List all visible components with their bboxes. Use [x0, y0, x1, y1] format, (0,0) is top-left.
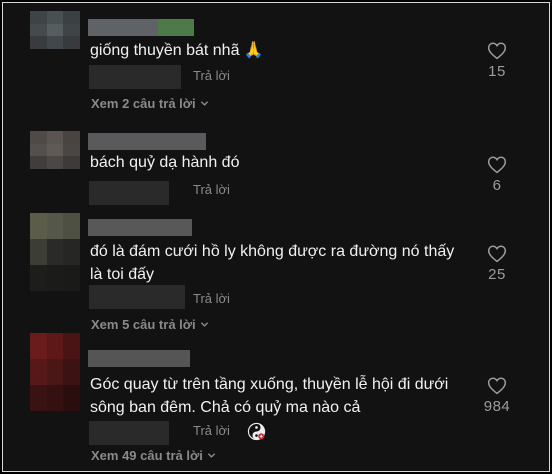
username[interactable]: [88, 133, 206, 150]
avatar[interactable]: [30, 213, 80, 291]
view-replies-button[interactable]: Xem 2 câu trả lời: [91, 96, 209, 111]
like-count: 25: [488, 266, 506, 283]
like-count: 6: [492, 177, 502, 194]
heart-outline-icon: [487, 377, 507, 395]
comment-text: đó là đám cưới hồ ly không được ra đường…: [90, 240, 454, 286]
view-replies-label: Xem 5 câu trả lời: [91, 317, 196, 332]
like-button[interactable]: 15: [473, 41, 521, 80]
like-button[interactable]: 25: [473, 244, 521, 283]
view-replies-label: Xem 2 câu trả lời: [91, 96, 196, 111]
heart-outline-icon: [487, 245, 507, 263]
avatar[interactable]: [30, 131, 80, 169]
view-replies-label: Xem 49 câu trả lời: [91, 448, 203, 463]
username[interactable]: [88, 19, 194, 36]
reply-button[interactable]: Trả lời: [193, 423, 230, 438]
comment-text-line: đó là đám cưới hồ ly không được ra đường…: [90, 243, 455, 260]
like-button[interactable]: 984: [473, 376, 521, 415]
like-count: 15: [488, 63, 506, 80]
avatar[interactable]: [30, 11, 80, 49]
comment-text-line: sông ban đêm. Chả có quỷ ma nào cả: [90, 399, 361, 416]
chevron-down-icon: [200, 101, 208, 106]
comment-text: giống thuyền bát nhã 🙏: [90, 39, 264, 62]
reply-button[interactable]: Trả lời: [193, 291, 230, 306]
heart-outline-icon: [487, 156, 507, 174]
timestamp: [89, 65, 181, 89]
comment-text-line: là toi đấy: [90, 266, 155, 283]
reply-button[interactable]: Trả lời: [193, 68, 230, 83]
comment-text-line: Góc quay từ trên tầng xuống, thuyền lễ h…: [90, 376, 449, 393]
timestamp: [89, 421, 169, 445]
comment-text-line: giống thuyền bát nhã 🙏: [90, 42, 264, 59]
timestamp: [89, 285, 185, 309]
chevron-down-icon: [200, 322, 208, 327]
reply-button[interactable]: Trả lời: [193, 182, 230, 197]
chevron-down-icon: [207, 453, 216, 458]
like-count: 984: [483, 398, 511, 415]
comment-text-line: bách quỷ dạ hành đó: [90, 154, 240, 171]
like-button[interactable]: 6: [473, 155, 521, 194]
yin-yang-emoji-icon[interactable]: [247, 422, 266, 441]
view-replies-button[interactable]: Xem 5 câu trả lời: [91, 317, 209, 332]
avatar[interactable]: [30, 333, 80, 411]
heart-outline-icon: [487, 42, 507, 60]
username[interactable]: [88, 350, 190, 367]
timestamp: [89, 181, 169, 205]
comment-text: Góc quay từ trên tầng xuống, thuyền lễ h…: [90, 373, 448, 419]
comment-panel: giống thuyền bát nhã 🙏 Trả lời Xem 2 câu…: [2, 2, 550, 472]
username[interactable]: [88, 219, 192, 236]
view-replies-button[interactable]: Xem 49 câu trả lời: [91, 448, 216, 463]
comment-text: bách quỷ dạ hành đó: [90, 151, 239, 174]
